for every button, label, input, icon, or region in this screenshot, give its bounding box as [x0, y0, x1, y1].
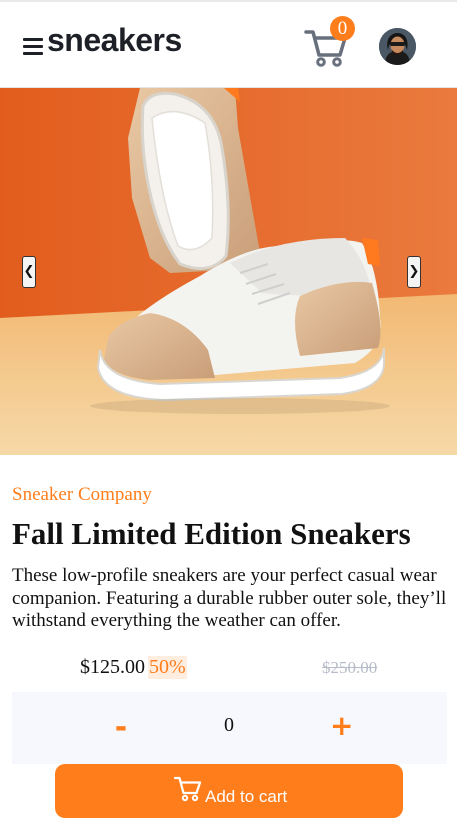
logo[interactable]: sneakers	[47, 22, 182, 59]
avatar[interactable]	[379, 28, 416, 65]
quantity-stepper: - 0 +	[12, 692, 447, 764]
site-header: sneakers 0	[0, 0, 457, 88]
decrease-quantity-button[interactable]: -	[110, 710, 132, 746]
current-price: $125.00	[80, 656, 145, 678]
quantity-value: 0	[224, 714, 234, 736]
cart-button[interactable]: 0	[300, 16, 356, 68]
add-to-cart-button[interactable]: Add to cart	[55, 764, 403, 818]
menu-icon[interactable]	[23, 38, 43, 55]
company-name: Sneaker Company	[12, 484, 152, 505]
discount-badge: 50%	[148, 656, 187, 679]
product-image-gallery: ❮ ❯	[0, 88, 457, 455]
next-image-button[interactable]: ❯	[407, 256, 421, 288]
product-image	[0, 88, 457, 455]
previous-image-button[interactable]: ❮	[22, 256, 36, 288]
add-to-cart-label: Add to cart	[205, 787, 288, 806]
cart-icon	[174, 776, 202, 802]
cart-count-badge: 0	[330, 16, 355, 41]
product-title: Fall Limited Edition Sneakers	[12, 516, 411, 551]
product-description: These low-profile sneakers are your perf…	[12, 565, 447, 631]
increase-quantity-button[interactable]: +	[330, 708, 353, 744]
original-price: $250.00	[322, 658, 378, 677]
